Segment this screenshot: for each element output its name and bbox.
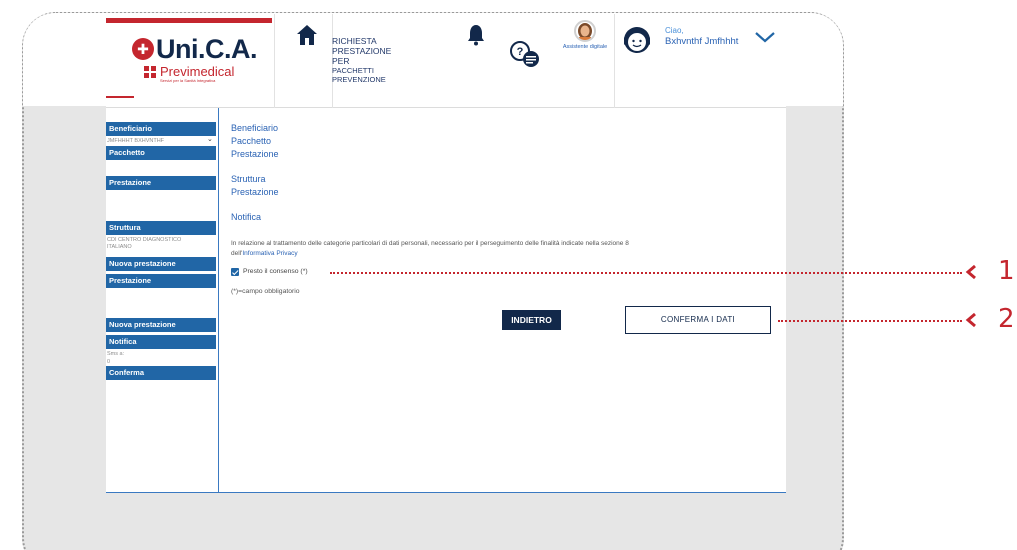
digital-assistant[interactable]: Assistente digitale — [557, 20, 613, 50]
sidebar-item-nuova-prestazione-2[interactable]: Nuova prestazione — [106, 318, 216, 332]
summary-link-pacchetto[interactable]: Pacchetto — [231, 136, 271, 146]
sidebar: Beneficiario JMFHHHT BXHVNTHF ⌄ Pacchett… — [106, 108, 219, 493]
app-window: ✚ Uni.C.A. Previmedical Servizi per la S… — [106, 14, 786, 493]
greeting: Ciao, — [665, 26, 684, 35]
bell-icon[interactable] — [467, 24, 485, 46]
callout-arrow-icon — [965, 264, 976, 280]
notifica-sms-value: 0 — [107, 359, 111, 365]
sidebar-item-conferma[interactable]: Conferma — [106, 366, 216, 380]
confirm-button[interactable]: CONFERMA I DATI — [625, 306, 771, 334]
privacy-notice: In relazione al trattamento delle catego… — [231, 239, 731, 259]
unica-logo[interactable]: ✚ Uni.C.A. Previmedical Servizi per la S… — [120, 30, 270, 86]
user-avatar-icon[interactable] — [621, 24, 653, 56]
sidebar-item-struttura[interactable]: Struttura — [106, 221, 216, 235]
callout-number-2: 2 — [998, 304, 1015, 334]
summary-link-prestazione-2[interactable]: Prestazione — [231, 187, 279, 197]
user-name: Bxhvnthf Jmfhhht — [665, 36, 739, 47]
chevron-down-icon[interactable] — [754, 30, 776, 44]
assistant-label: Assistente digitale — [562, 44, 608, 50]
beneficiario-select[interactable]: JMFHHHT BXHVNTHF — [107, 138, 217, 145]
sidebar-item-nuova-prestazione[interactable]: Nuova prestazione — [106, 257, 216, 271]
page-title-line: PRESTAZIONE — [332, 46, 392, 56]
home-icon[interactable] — [296, 24, 318, 46]
sidebar-item-prestazione[interactable]: Prestazione — [106, 176, 216, 190]
callout-line-1 — [330, 272, 962, 274]
consent-label[interactable]: Presto il consenso (*) — [243, 268, 308, 275]
content-bottom-border — [106, 492, 786, 493]
sidebar-item-prestazione-2[interactable]: Prestazione — [106, 274, 216, 288]
sidebar-item-pacchetto[interactable]: Pacchetto — [106, 146, 216, 160]
header-separator — [614, 14, 615, 108]
app-header: ✚ Uni.C.A. Previmedical Servizi per la S… — [106, 14, 786, 108]
logo-subtitle: Previmedical — [160, 64, 235, 79]
callout-line-2 — [778, 320, 962, 322]
assistant-face-icon — [578, 23, 592, 40]
page-title-line: RICHIESTA — [332, 36, 377, 46]
privacy-link[interactable]: Informativa Privacy — [242, 250, 297, 257]
struttura-value: CDI CENTRO DIAGNOSTICO ITALIANO — [107, 237, 182, 250]
summary-link-struttura[interactable]: Struttura — [231, 174, 266, 184]
page-title-small: PREVENZIONE — [332, 75, 386, 84]
privacy-text: In relazione al trattamento delle catego… — [231, 240, 629, 247]
svg-text:?: ? — [517, 46, 524, 58]
header-separator — [274, 14, 275, 108]
privacy-prefix: dell' — [231, 250, 243, 257]
logo-underline — [106, 96, 134, 98]
logo-title: Uni.C.A. — [156, 34, 258, 64]
summary-link-notifica[interactable]: Notifica — [231, 212, 261, 222]
faq-chat-icon[interactable]: ? — [508, 40, 542, 70]
caduceus-icon: ✚ — [132, 38, 154, 60]
page-title-small: PACCHETTI — [332, 66, 374, 75]
logo-tagline: Servizi per la Sanità Integrativa — [160, 78, 216, 83]
chevron-down-icon[interactable]: ⌄ — [207, 135, 213, 143]
page-title: RICHIESTA PRESTAZIONE PER PACCHETTI PREV… — [332, 36, 422, 84]
page-title-line: PER — [332, 56, 350, 66]
assistant-avatar — [574, 20, 596, 42]
sidebar-item-notifica[interactable]: Notifica — [106, 335, 216, 349]
brand-red-bar — [106, 18, 272, 23]
consent-checkbox[interactable] — [231, 268, 239, 276]
previmedical-icon — [144, 66, 156, 78]
back-button[interactable]: INDIETRO — [502, 310, 561, 330]
callout-arrow-icon — [965, 312, 976, 328]
required-note: (*)=campo obbligatorio — [231, 288, 300, 295]
summary-link-beneficiario[interactable]: Beneficiario — [231, 123, 278, 133]
summary-link-prestazione[interactable]: Prestazione — [231, 149, 279, 159]
callout-number-1: 1 — [998, 256, 1015, 286]
sidebar-item-beneficiario[interactable]: Beneficiario — [106, 122, 216, 136]
notifica-sms-label: Sms a: — [107, 351, 125, 357]
